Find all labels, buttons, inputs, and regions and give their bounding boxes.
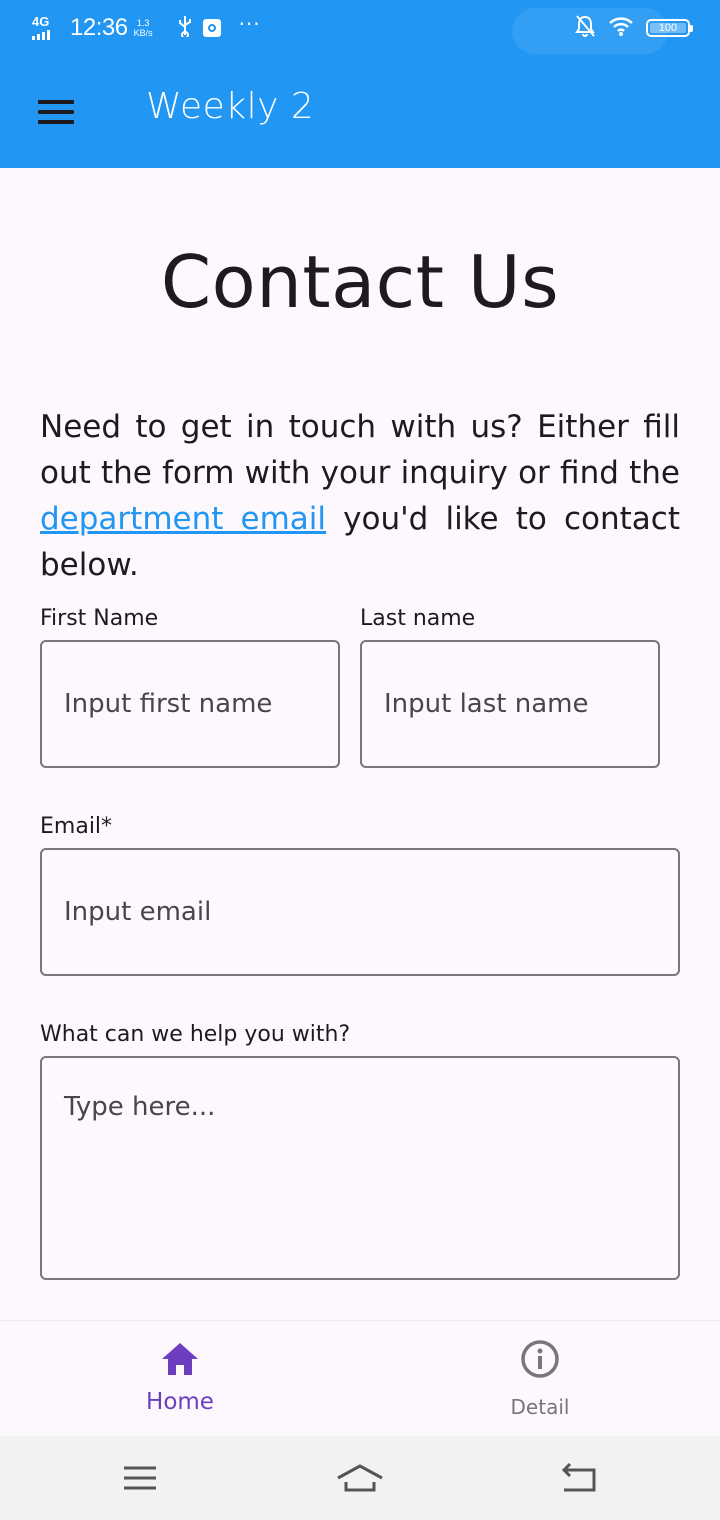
speed-value: 1.3 [136,18,150,28]
more-notifications-icon: ··· [238,12,261,36]
app-bar: Weekly 2 [0,56,720,168]
first-name-field[interactable] [40,640,340,768]
nav-item-detail[interactable]: Detail [360,1321,720,1437]
back-button[interactable] [550,1458,610,1498]
app-title: Weekly 2 [146,86,315,127]
status-bar: 4G 12:36 1.3 KB/s ··· 100 [0,0,720,56]
recent-apps-button[interactable] [110,1458,170,1498]
first-name-label: First Name [40,606,159,631]
nav-label-home: Home [146,1389,214,1415]
intro-text: Need to get in touch with us? Either fil… [40,404,680,588]
info-icon [520,1339,560,1379]
system-home-icon [330,1464,390,1502]
speed-unit: KB/s [133,28,153,38]
back-icon [550,1462,610,1502]
network-type: 4G [32,14,50,29]
email-field[interactable] [40,848,680,976]
last-name-field[interactable] [360,640,660,768]
status-time: 12:36 [70,14,128,41]
system-home-button[interactable] [330,1458,390,1498]
message-label: What can we help you with? [40,1022,351,1047]
system-navigation-bar [0,1436,720,1520]
last-name-label: Last name [360,606,476,631]
nav-item-home[interactable]: Home [0,1321,360,1437]
network-speed: 1.3 KB/s [134,18,153,38]
department-email-link[interactable]: department email [40,501,326,537]
home-icon [160,1339,200,1379]
bell-muted-icon [574,14,596,42]
intro-text-before: Need to get in touch with us? Either fil… [40,409,680,491]
nav-label-detail: Detail [510,1395,570,1419]
bottom-navigation: Home Detail [0,1320,720,1437]
usb-icon [177,15,193,41]
page-title: Contact Us [160,240,560,324]
battery-level: 100 [658,22,678,34]
message-textarea[interactable] [40,1056,680,1280]
menu-button[interactable] [26,88,86,136]
signal-icon: 4G [30,14,56,42]
battery-icon: 100 [646,19,693,37]
wifi-icon [608,15,634,41]
recent-apps-icon [110,1466,170,1502]
app-notification-icon [202,19,221,37]
email-label: Email* [40,814,113,839]
